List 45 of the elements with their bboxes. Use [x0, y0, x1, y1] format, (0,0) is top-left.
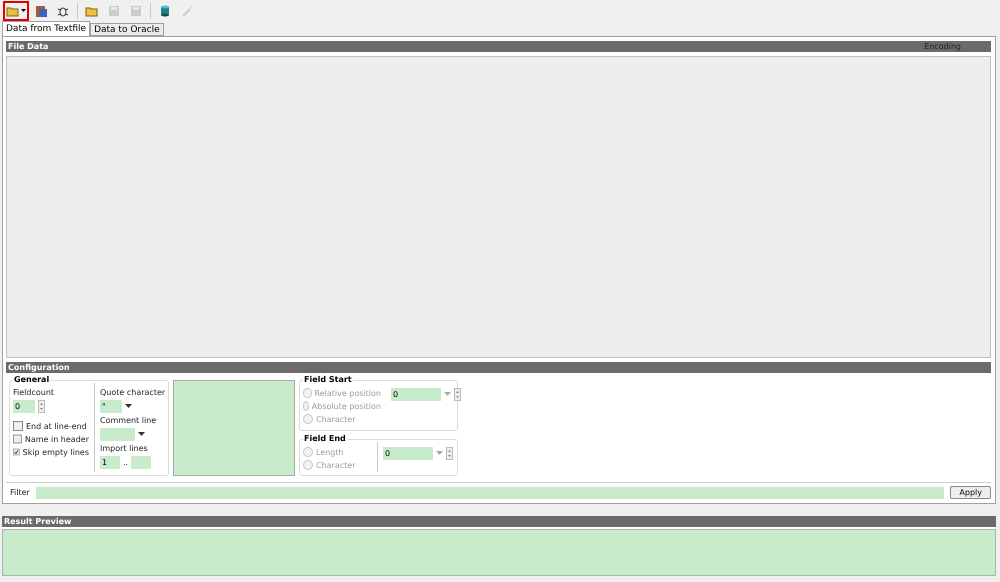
tab[interactable]: Data from Textfile [2, 21, 90, 36]
field-label: Import lines [100, 444, 149, 453]
radio-label: Length [316, 448, 344, 456]
field-label: Fieldcount [13, 388, 56, 397]
range-separator: .. [123, 458, 128, 467]
group-title: Field End [303, 434, 347, 443]
checkbox-label: Skip empty lines [22, 448, 89, 456]
fieldcount-field[interactable]: 0 [13, 400, 35, 413]
apply-button[interactable]: Apply [950, 486, 991, 499]
checkbox[interactable] [13, 434, 22, 444]
spinner-icon[interactable] [446, 447, 453, 460]
filter-label: Filter [10, 488, 30, 497]
group-title: Field Start [303, 375, 353, 384]
checkbox-label: End at line-end [26, 422, 87, 430]
section-title: Result Preview [4, 517, 72, 526]
filter-field[interactable] [36, 486, 944, 498]
spinner-icon[interactable] [454, 388, 461, 401]
spinner-icon[interactable] [38, 400, 45, 413]
section-title: File Data [8, 42, 48, 51]
group-title: General [13, 375, 50, 384]
section-title: Configuration [8, 363, 70, 372]
radio-label: Relative position [314, 388, 381, 398]
save-icon [129, 4, 143, 18]
radio-label: Character [316, 460, 356, 470]
field-label: Quote character [100, 388, 164, 397]
comment-field[interactable] [100, 428, 135, 441]
radio-label: Character [316, 414, 356, 424]
checkbox[interactable] [13, 421, 23, 431]
radio-label: Absolute position [312, 402, 381, 410]
tab[interactable]: Data to Oracle [90, 23, 164, 36]
database-icon [158, 4, 172, 18]
field-label: Comment line [100, 416, 158, 425]
clipboard-icon [34, 4, 48, 18]
dropdown-icon[interactable] [125, 404, 132, 409]
checkbox-label: Name in header [24, 434, 89, 444]
import-to-field[interactable] [131, 456, 152, 469]
value-field[interactable]: 0 [383, 447, 433, 460]
import-from-field[interactable]: 1 [100, 456, 120, 469]
checkbox[interactable] [13, 447, 20, 457]
save-icon [107, 4, 121, 18]
toolbar-button[interactable] [3, 0, 29, 20]
value-field[interactable]: 0 [391, 388, 441, 401]
dropdown-icon[interactable] [138, 432, 145, 437]
wand-icon [180, 4, 194, 18]
quote-field[interactable]: " [100, 400, 122, 413]
